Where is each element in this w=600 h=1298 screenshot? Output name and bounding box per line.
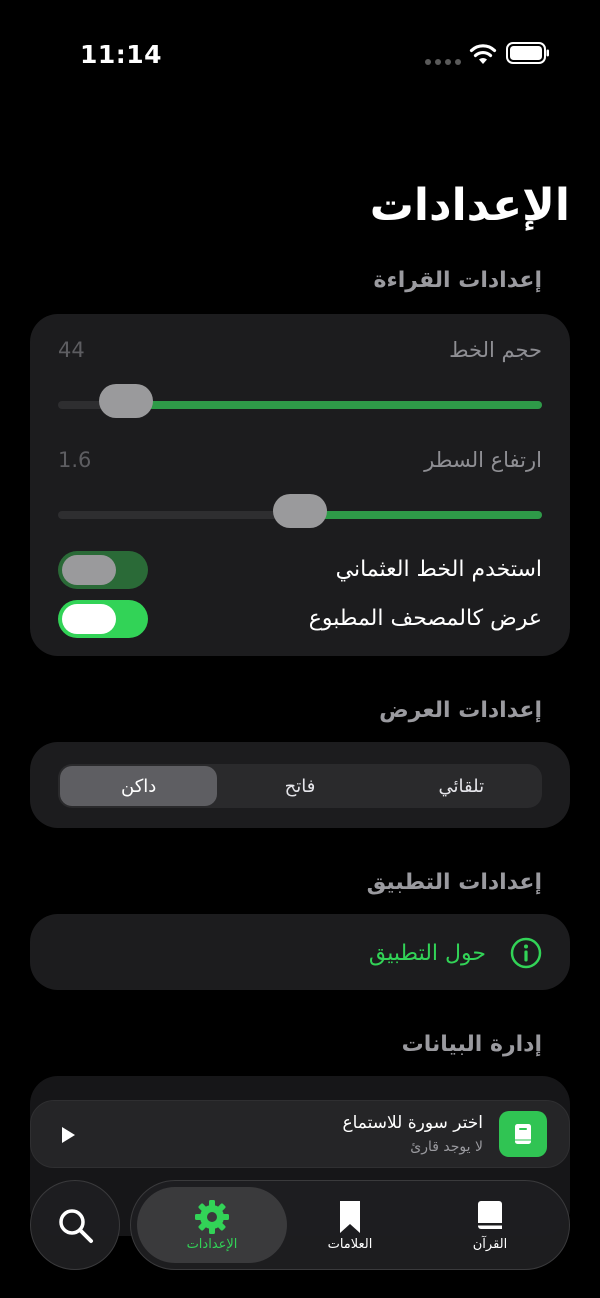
wifi-icon	[469, 44, 497, 64]
theme-option-auto[interactable]: تلقائي	[383, 766, 540, 806]
info-icon	[510, 937, 542, 969]
display-settings-card: تلقائي فاتح داكن	[30, 742, 570, 828]
play-icon[interactable]	[59, 1125, 77, 1145]
theme-option-light[interactable]: فاتح	[221, 766, 378, 806]
font-size-value: 44	[58, 338, 85, 362]
player-title: اختر سورة للاستماع	[342, 1113, 483, 1133]
font-size-slider[interactable]	[58, 384, 542, 418]
cellular-signal-icon	[425, 59, 461, 65]
uthmani-toggle[interactable]	[58, 551, 148, 589]
app-settings-card: حول التطبيق	[30, 914, 570, 990]
slider-thumb[interactable]	[98, 384, 153, 418]
page-title: الإعدادات	[369, 180, 570, 231]
search-icon	[59, 1209, 93, 1243]
battery-icon	[506, 42, 549, 64]
theme-segmented-control: تلقائي فاتح داكن	[58, 764, 542, 808]
about-app-row[interactable]: حول التطبيق	[369, 936, 542, 970]
tab-settings[interactable]: الإعدادات	[137, 1187, 287, 1263]
quran-book-icon	[499, 1111, 547, 1157]
app-section-header: إعدادات التطبيق	[366, 870, 542, 895]
search-button[interactable]	[30, 1180, 120, 1270]
tab-bookmarks[interactable]: العلامات	[275, 1187, 425, 1263]
gear-icon	[195, 1200, 229, 1234]
uthmani-toggle-label: استخدم الخط العثماني	[335, 557, 542, 582]
tab-bar: القرآن العلامات الإعدادات	[130, 1180, 570, 1270]
mushaf-toggle-label: عرض كالمصحف المطبوع	[308, 606, 542, 631]
status-time: 11:14	[80, 40, 163, 69]
bookmark-icon	[340, 1201, 360, 1233]
theme-option-dark[interactable]: داكن	[60, 766, 218, 806]
font-size-label: حجم الخط	[449, 338, 542, 362]
tab-quran[interactable]: القرآن	[415, 1187, 565, 1263]
tab-bookmarks-label: العلامات	[327, 1237, 373, 1252]
mushaf-toggle[interactable]	[58, 600, 148, 638]
about-app-label: حول التطبيق	[368, 940, 486, 966]
slider-fill	[125, 401, 542, 409]
toggle-knob	[62, 555, 116, 585]
reading-section-header: إعدادات القراءة	[373, 268, 542, 293]
line-height-slider[interactable]	[58, 494, 542, 528]
player-subtitle: لا يوجد قارئ	[410, 1139, 483, 1155]
tab-quran-label: القرآن	[472, 1237, 508, 1252]
line-height-label: ارتفاع السطر	[424, 448, 542, 472]
status-bar: 11:14	[0, 0, 600, 110]
line-height-value: 1.6	[58, 448, 92, 472]
display-section-header: إعدادات العرض	[379, 698, 542, 723]
reading-settings-card: حجم الخط 44 ارتفاع السطر 1.6 استخدم الخط…	[30, 314, 570, 656]
data-section-header: إدارة البيانات	[401, 1032, 542, 1057]
book-icon	[478, 1201, 502, 1229]
slider-fill	[300, 511, 542, 519]
tab-settings-label: الإعدادات	[186, 1237, 238, 1252]
toggle-knob	[62, 604, 116, 634]
mini-player[interactable]: اختر سورة للاستماع لا يوجد قارئ	[30, 1100, 570, 1168]
slider-thumb[interactable]	[273, 494, 327, 528]
